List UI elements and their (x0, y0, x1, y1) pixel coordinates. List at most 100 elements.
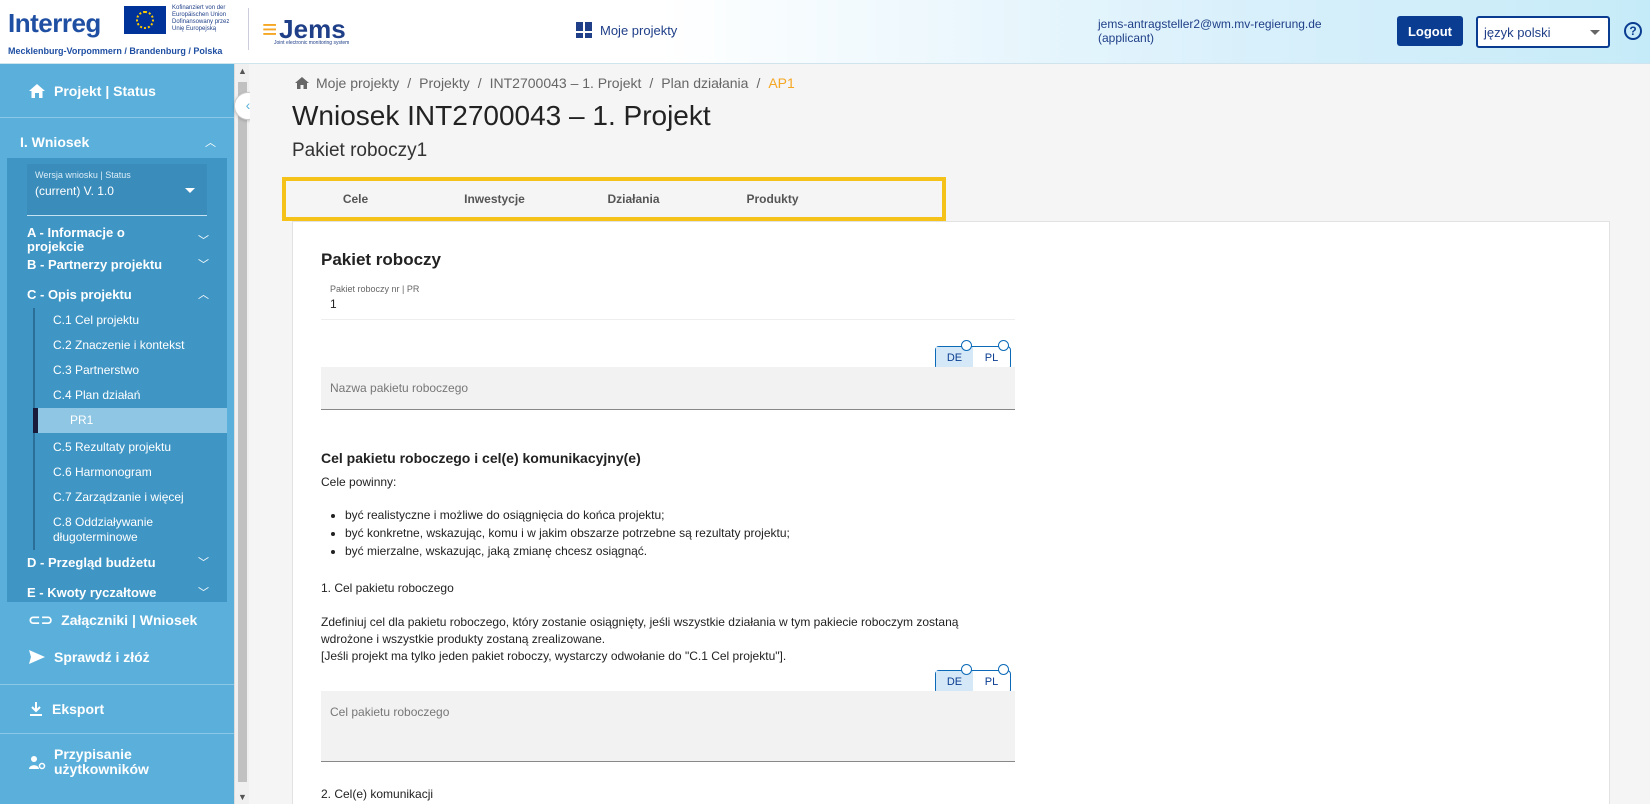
chevron-down-icon: ﹀ (198, 557, 209, 569)
objective-1-text-line: Zdefiniuj cel dla pakietu roboczego, któ… (321, 615, 959, 629)
sidebar-item-c4[interactable]: C.4 Plan działań (35, 383, 227, 408)
wp-number-value: 1 (330, 297, 337, 311)
eu-text-line: Kofinanziert von der (172, 5, 226, 11)
sidebar-item-project-status[interactable]: Projekt | Status (0, 64, 234, 118)
toggle-knob (998, 664, 1009, 675)
wp-name-input[interactable]: Nazwa pakietu roboczego (321, 367, 1015, 410)
sidebar-group-label: A - Informacje o projekcie (27, 225, 125, 254)
sidebar-group-a[interactable]: A - Informacje o projekcie ﹀ (7, 226, 227, 254)
objectives-list: być realistyczne i możliwe do osiągnięci… (345, 506, 790, 560)
eu-flag-icon (124, 6, 166, 34)
sidebar-item-c2[interactable]: C.2 Znaczenie i kontekst (35, 333, 227, 358)
breadcrumb-current: AP1 (768, 75, 795, 91)
breadcrumb-separator: / (407, 75, 412, 91)
sidebar-item-export[interactable]: Eksport (0, 685, 234, 733)
version-label: Wersja wniosku | Status (35, 170, 131, 180)
download-icon (30, 702, 42, 716)
sidebar-group-b[interactable]: B - Partnerzy projektu ﹀ (7, 258, 227, 272)
chevron-down-icon: ﹀ (198, 587, 209, 599)
dashboard-icon (576, 22, 592, 38)
sidebar-group-label: E - Kwoty ryczałtowe (27, 585, 157, 600)
user-email: jems-antragsteller2@wm.mv-regierung.de (1098, 17, 1322, 31)
help-icon[interactable]: ? (1624, 22, 1642, 40)
application-panel: Wersja wniosku | Status (current) V. 1.0… (7, 158, 227, 602)
sidebar-item-pr1[interactable]: PR1 (33, 408, 227, 433)
tab-investments[interactable]: Inwestycje (425, 192, 564, 206)
home-icon[interactable] (294, 76, 310, 90)
sidebar-item-label: Sprawdź i złóż (54, 649, 150, 665)
sidebar-scrollbar[interactable]: ▲ ▼ (234, 64, 249, 804)
sidebar-group-label: D - Przegląd budżetu (27, 555, 156, 570)
version-value: (current) V. 1.0 (35, 184, 114, 198)
breadcrumb-item[interactable]: Moje projekty (316, 75, 399, 91)
eu-cofunding-text: Kofinanziert von der Europäischen Union … (172, 5, 242, 33)
eu-text-line: Dofinansowany przez (172, 19, 230, 25)
breadcrumb-separator: / (649, 75, 654, 91)
chevron-down-icon (1590, 30, 1600, 35)
objective-heading: Cel pakietu roboczego i cel(e) komunikac… (321, 450, 641, 466)
objective-1-heading: 1. Cel pakietu roboczego (321, 581, 454, 595)
breadcrumb-item[interactable]: INT2700043 – 1. Projekt (490, 75, 642, 91)
region-label: Mecklenburg-Vorpommern / Brandenburg / P… (8, 46, 223, 56)
tab-activities[interactable]: Działania (564, 192, 703, 206)
objective-1-text: Zdefiniuj cel dla pakietu roboczego, któ… (321, 614, 958, 665)
logout-button[interactable]: Logout (1397, 16, 1463, 46)
sidebar-item-c7[interactable]: C.7 Zarządzanie i więcej (35, 485, 227, 510)
sidebar-item-label: Eksport (52, 701, 105, 717)
sidebar-group-e[interactable]: E - Kwoty ryczałtowe ﹀ (7, 586, 227, 600)
sidebar-item-label: Załączniki | Wniosek (61, 612, 198, 628)
sidebar-item-c3[interactable]: C.3 Partnerstwo (35, 358, 227, 383)
objective-1-text-line: [Jeśli projekt ma tylko jeden pakiet rob… (321, 649, 787, 663)
breadcrumb-separator: / (477, 75, 482, 91)
scrollbar-thumb[interactable] (238, 82, 247, 782)
wp-objective-input[interactable]: Cel pakietu roboczego (321, 691, 1015, 762)
page-title: Wniosek INT2700043 – 1. Projekt (292, 100, 711, 131)
home-icon (29, 83, 45, 98)
sidebar-item-check-submit[interactable]: Sprawdź i złóż (0, 638, 234, 676)
user-info: jems-antragsteller2@wm.mv-regierung.de (… (1098, 17, 1322, 45)
chevron-down-icon: ﹀ (198, 235, 209, 247)
send-icon (29, 650, 45, 664)
breadcrumb-item[interactable]: Projekty (419, 75, 470, 91)
sidebar-item-c1[interactable]: C.1 Cel projektu (35, 308, 227, 333)
work-package-tabs: Cele Inwestycje Działania Produkty (282, 177, 946, 221)
chevron-up-icon: ︿ (198, 289, 209, 301)
tab-objectives[interactable]: Cele (286, 192, 425, 206)
toggle-knob (998, 340, 1009, 351)
sidebar-item-label: Projekt | Status (54, 82, 156, 99)
breadcrumb-item[interactable]: Plan działania (661, 75, 748, 91)
my-projects-link[interactable]: Moje projekty (576, 22, 677, 38)
sidebar-item-c6[interactable]: C.6 Harmonogram (35, 460, 227, 485)
sidebar-group-c[interactable]: C - Opis projektu ︿ (7, 288, 227, 302)
version-select[interactable]: Wersja wniosku | Status (current) V. 1.0 (27, 164, 207, 216)
interreg-logo[interactable]: Interreg (8, 8, 101, 39)
objectives-intro: Cele powinny: (321, 475, 397, 489)
breadcrumb-separator: / (756, 75, 761, 91)
sidebar-group-label: C - Opis projektu (27, 287, 132, 302)
tab-outputs[interactable]: Produkty (703, 192, 842, 206)
card-title: Pakiet roboczy (321, 250, 441, 269)
list-item: być mierzalne, wskazując, jaką zmianę ch… (345, 542, 790, 560)
sidebar-item-c8[interactable]: C.8 Oddziaływanie długoterminowe (35, 510, 165, 550)
user-role: (applicant) (1098, 31, 1155, 45)
sidebar-section-label: I. Wniosek (20, 134, 90, 150)
header-divider (248, 8, 249, 50)
sidebar-c-items: C.1 Cel projektu C.2 Znaczenie i konteks… (33, 308, 227, 550)
page-subtitle: Pakiet roboczy1 (292, 140, 428, 161)
paperclip-icon: ⊂⊃ (28, 612, 54, 629)
scroll-down-icon[interactable]: ▼ (238, 792, 247, 802)
user-settings-icon (29, 756, 46, 770)
sidebar: Projekt | Status I. Wniosek ︿ Wersja wni… (0, 64, 234, 804)
sidebar-group-d[interactable]: D - Przegląd budżetu ﹀ (7, 556, 227, 570)
sidebar-item-attachments[interactable]: ⊂⊃ Załączniki | Wniosek (0, 602, 234, 638)
scroll-up-icon[interactable]: ▲ (238, 66, 247, 76)
sidebar-group-label: B - Partnerzy projektu (27, 257, 163, 272)
sidebar-item-c5[interactable]: C.5 Rezultaty projektu (35, 435, 227, 460)
eu-text-line: Unię Europejską (172, 26, 217, 32)
sidebar-section-application[interactable]: I. Wniosek ︿ (0, 126, 234, 158)
my-projects-label: Moje projekty (600, 22, 678, 38)
list-item: być konkretne, wskazując, komu i w jakim… (345, 524, 790, 542)
language-select[interactable]: język polski (1476, 16, 1610, 48)
sidebar-item-assign-users[interactable]: Przypisanie użytkowników (0, 734, 234, 790)
toggle-knob (961, 664, 972, 675)
